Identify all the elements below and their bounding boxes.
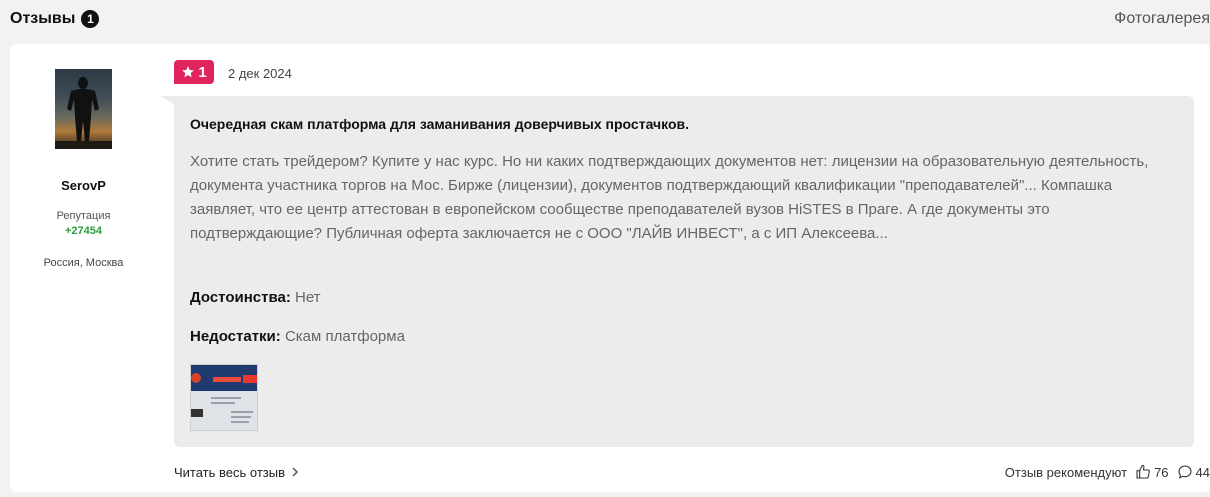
rating-badge: 1 — [174, 60, 214, 84]
review-text: Хотите стать трейдером? Купите у нас кур… — [190, 153, 1149, 242]
cons-label: Недостатки: — [190, 328, 281, 345]
review-card: SerovP Репутация +27454 Россия, Москва 1… — [10, 44, 1210, 492]
like-count: 76 — [1154, 464, 1169, 480]
photo-gallery-link[interactable]: Фотогалерея — [1114, 10, 1210, 28]
review-footer: Читать весь отзыв Отзыв рекомендуют 76 4… — [174, 462, 1210, 482]
review-pros: Достоинства: Нет — [190, 289, 321, 306]
thumb-line — [231, 416, 251, 418]
reputation-value: +27454 — [64, 225, 102, 237]
reviews-header: Отзывы 1 Фотогалерея — [0, 0, 1210, 38]
thumb-dark-block — [191, 409, 203, 417]
review-cons: Недостатки: Скам платформа — [190, 328, 405, 345]
thumb-icons — [213, 377, 241, 382]
thumbs-up-icon — [1136, 464, 1150, 479]
reviews-title-group: Отзывы 1 — [10, 10, 100, 28]
like-button[interactable]: 76 — [1135, 464, 1169, 480]
pros-value: Нет — [295, 289, 321, 306]
author-location: Россия, Москва — [43, 257, 124, 269]
rating-value: 1 — [198, 63, 207, 81]
review-photo-thumbnail[interactable] — [190, 364, 258, 431]
recommend-label: Отзыв рекомендуют — [1004, 464, 1128, 480]
read-full-review-link[interactable]: Читать весь отзыв — [174, 465, 299, 480]
cons-value: Скам платформа — [284, 328, 405, 345]
bubble-tail — [160, 96, 174, 104]
review-actions: Отзыв рекомендуют 76 44 — [1005, 464, 1210, 480]
reviews-count-badge: 1 — [81, 10, 100, 28]
read-full-review-label: Читать весь отзыв — [174, 464, 286, 480]
review-bubble: Очередная скам платформа для заманивания… — [174, 96, 1194, 447]
thumb-line — [231, 421, 249, 423]
review-date: 2 дек 2024 — [228, 66, 292, 81]
thumb-button — [243, 375, 257, 383]
thumb-line — [231, 411, 253, 413]
reviews-title: Отзывы — [10, 10, 76, 27]
review-title[interactable]: Очередная скам платформа для заманивания… — [190, 116, 1170, 132]
comment-icon — [1177, 465, 1192, 479]
thumb-line — [211, 402, 235, 404]
thumb-line — [211, 397, 241, 399]
thumb-accent — [191, 373, 201, 383]
reputation-label: Репутация — [56, 210, 111, 222]
avatar[interactable] — [55, 69, 112, 149]
star-icon — [182, 66, 195, 78]
avatar-silhouette — [55, 77, 112, 149]
author-username[interactable]: SerovP — [10, 178, 157, 193]
pros-label: Достоинства: — [190, 289, 291, 306]
comments-button[interactable]: 44 — [1177, 464, 1210, 480]
chevron-right-icon — [292, 467, 299, 477]
comment-count: 44 — [1195, 464, 1210, 480]
